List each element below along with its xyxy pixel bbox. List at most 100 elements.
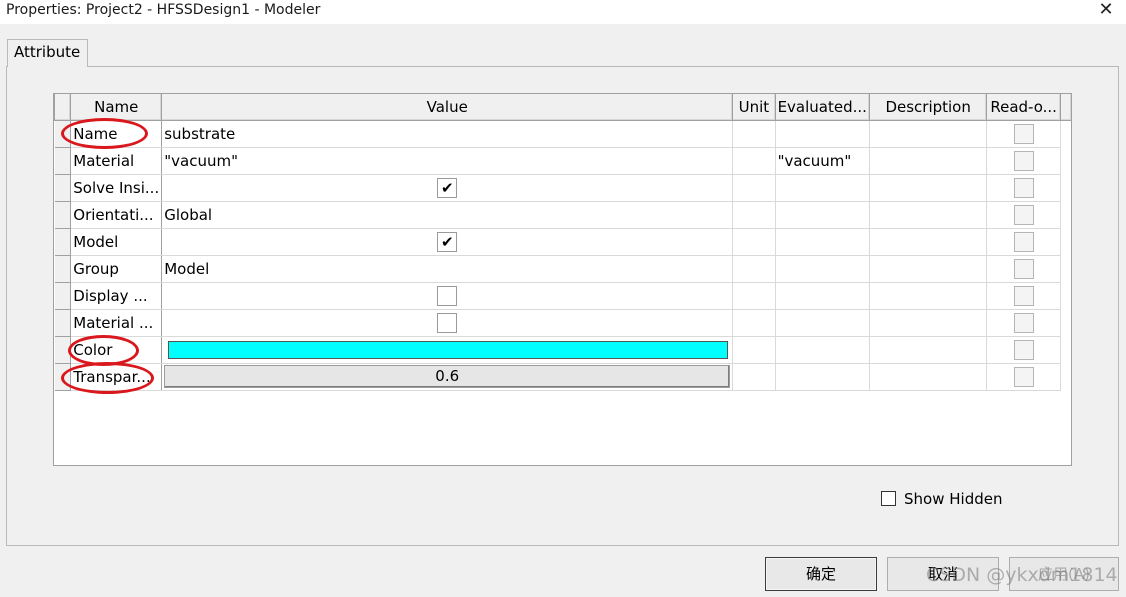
- property-value[interactable]: "vacuum": [161, 146, 734, 175]
- readonly-checkbox: [1013, 204, 1034, 225]
- color-swatch[interactable]: [168, 341, 729, 359]
- row-selector[interactable]: [54, 146, 72, 175]
- property-name: Material: [70, 146, 163, 175]
- property-evaluated: [774, 281, 870, 310]
- show-hidden-label: Show Hidden: [904, 490, 1003, 508]
- property-unit: [732, 254, 776, 283]
- table-row: Orientati... Global: [54, 200, 1072, 229]
- property-unit: [732, 227, 776, 256]
- show-hidden-toggle[interactable]: Show Hidden: [881, 490, 1002, 508]
- table-row: Display ...: [54, 281, 1072, 310]
- solve-inside-checkbox[interactable]: ✔: [437, 177, 458, 198]
- property-description[interactable]: [868, 335, 988, 364]
- property-unit: [732, 173, 776, 202]
- readonly-checkbox: [1013, 231, 1034, 252]
- title-bar: Properties: Project2 - HFSSDesign1 - Mod…: [0, 0, 1126, 24]
- row-selector[interactable]: [54, 227, 72, 256]
- property-readonly: [986, 254, 1061, 283]
- table-row: Model ✔: [54, 227, 1072, 256]
- property-unit: [732, 281, 776, 310]
- property-value: [161, 281, 734, 310]
- property-value: 0.6: [161, 362, 734, 391]
- row-selector[interactable]: [54, 308, 72, 337]
- table-row: Color: [54, 335, 1072, 364]
- row-selector-header: [53, 94, 72, 121]
- window-title: Properties: Project2 - HFSSDesign1 - Mod…: [6, 2, 321, 18]
- readonly-checkbox: [1013, 285, 1034, 306]
- readonly-checkbox: [1013, 177, 1034, 198]
- property-description[interactable]: [868, 227, 988, 256]
- property-name: Color: [70, 335, 163, 364]
- col-header-evaluated[interactable]: Evaluated...: [774, 94, 870, 121]
- property-name: Display ...: [70, 281, 163, 310]
- table-row: Group Model: [54, 254, 1072, 283]
- col-header-value[interactable]: Value: [161, 94, 734, 121]
- table-row: Solve Insi... ✔: [54, 173, 1072, 202]
- table-row: Material "vacuum" "vacuum": [54, 146, 1072, 175]
- row-selector[interactable]: [54, 335, 72, 364]
- transparency-button[interactable]: 0.6: [164, 365, 731, 388]
- show-hidden-checkbox[interactable]: [881, 491, 896, 506]
- property-unit: [732, 308, 776, 337]
- col-header-description[interactable]: Description: [868, 94, 988, 121]
- property-description[interactable]: [868, 146, 988, 175]
- property-name: Solve Insi...: [70, 173, 163, 202]
- property-value: ✔: [161, 173, 734, 202]
- property-description[interactable]: [868, 308, 988, 337]
- col-header-name[interactable]: Name: [70, 94, 163, 121]
- watermark: CSDN @ykxdm1814: [926, 564, 1118, 586]
- property-value: ✔: [161, 227, 734, 256]
- property-name: Transpar...: [70, 362, 163, 391]
- property-name: Orientati...: [70, 200, 163, 229]
- property-description[interactable]: [868, 362, 988, 391]
- header-filler: [1059, 94, 1071, 121]
- property-readonly: [986, 281, 1061, 310]
- properties-grid: Name Value Unit Evaluated... Description…: [53, 93, 1072, 466]
- property-readonly: [986, 335, 1061, 364]
- property-unit: [732, 335, 776, 364]
- tab-attribute[interactable]: Attribute: [7, 39, 88, 67]
- display-wireframe-checkbox[interactable]: [437, 285, 458, 306]
- model-checkbox[interactable]: ✔: [437, 231, 458, 252]
- property-description[interactable]: [868, 173, 988, 202]
- table-row: Name substrate: [54, 119, 1072, 148]
- row-selector[interactable]: [54, 281, 72, 310]
- property-name: Model: [70, 227, 163, 256]
- table-row: Material ...: [54, 308, 1072, 337]
- property-evaluated: [774, 254, 870, 283]
- property-description[interactable]: [868, 200, 988, 229]
- property-evaluated: [774, 119, 870, 148]
- material-appearance-checkbox[interactable]: [437, 312, 458, 333]
- property-description[interactable]: [868, 281, 988, 310]
- readonly-checkbox: [1013, 339, 1034, 360]
- row-selector[interactable]: [54, 200, 72, 229]
- row-selector[interactable]: [54, 173, 72, 202]
- property-evaluated: [774, 308, 870, 337]
- row-selector[interactable]: [54, 254, 72, 283]
- property-readonly: [986, 173, 1061, 202]
- readonly-checkbox: [1013, 123, 1034, 144]
- property-unit: [732, 146, 776, 175]
- readonly-checkbox: [1013, 150, 1034, 171]
- table-row: Transpar... 0.6: [54, 362, 1072, 391]
- property-value[interactable]: Model: [161, 254, 734, 283]
- property-readonly: [986, 146, 1061, 175]
- property-value[interactable]: substrate: [161, 119, 734, 148]
- property-name: Group: [70, 254, 163, 283]
- property-readonly: [986, 119, 1061, 148]
- property-unit: [732, 200, 776, 229]
- row-selector[interactable]: [54, 362, 72, 391]
- property-value[interactable]: Global: [161, 200, 734, 229]
- property-evaluated: [774, 173, 870, 202]
- ok-button[interactable]: 确定: [765, 557, 877, 591]
- property-evaluated: [774, 200, 870, 229]
- col-header-readonly[interactable]: Read-o...: [986, 94, 1061, 121]
- row-selector[interactable]: [54, 119, 72, 148]
- property-description[interactable]: [868, 254, 988, 283]
- property-unit: [732, 362, 776, 391]
- col-header-unit[interactable]: Unit: [732, 94, 776, 121]
- property-evaluated: [774, 362, 870, 391]
- close-icon[interactable]: ✕: [1086, 0, 1126, 22]
- property-evaluated: [774, 227, 870, 256]
- property-description[interactable]: [868, 119, 988, 148]
